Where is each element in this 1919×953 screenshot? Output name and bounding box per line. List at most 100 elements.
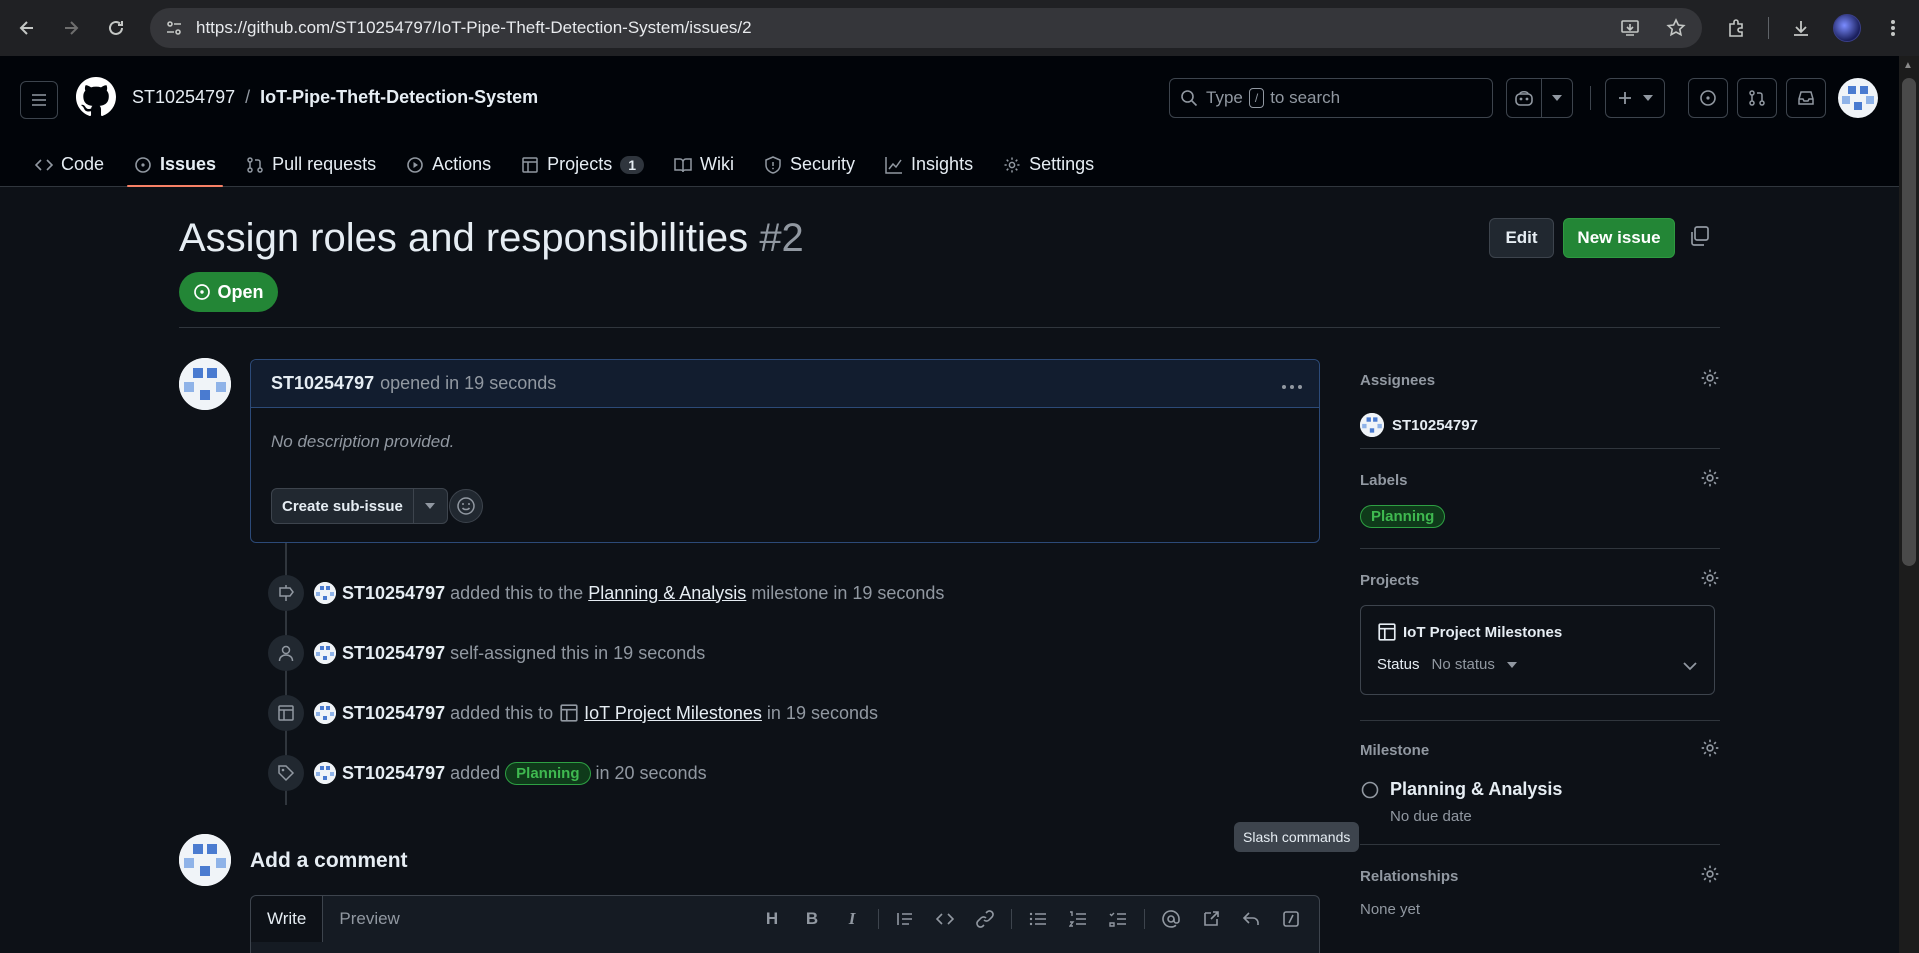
- event-author[interactable]: ST10254797: [342, 703, 445, 724]
- toolbar-divider: [1011, 909, 1012, 929]
- reload-icon[interactable]: [98, 10, 134, 46]
- timeline-event: ST10254797 self-assigned this in 19 seco…: [268, 635, 705, 671]
- ordered-list-icon[interactable]: [1060, 902, 1096, 936]
- tab-security[interactable]: Security: [749, 142, 870, 187]
- github-logo-icon[interactable]: [76, 77, 116, 117]
- slash-commands-icon[interactable]: [1273, 902, 1309, 936]
- code-icon[interactable]: [927, 902, 963, 936]
- milestone-item[interactable]: Planning & Analysis: [1360, 779, 1720, 800]
- reply-icon[interactable]: [1233, 902, 1269, 936]
- scroll-up-arrow-icon[interactable]: ▲: [1903, 60, 1913, 71]
- install-app-icon[interactable]: [1612, 10, 1648, 46]
- status-dropdown[interactable]: No status: [1432, 656, 1495, 673]
- heading-icon[interactable]: H: [754, 902, 790, 936]
- user-avatar[interactable]: [1838, 78, 1878, 118]
- table-icon: [268, 695, 304, 731]
- expand-chevron-icon[interactable]: [1682, 656, 1698, 676]
- new-issue-button[interactable]: New issue: [1563, 218, 1675, 258]
- create-subissue-button[interactable]: Create sub-issue: [272, 489, 414, 523]
- project-name[interactable]: IoT Project Milestones: [1377, 622, 1698, 642]
- copilot-icon[interactable]: [1506, 78, 1542, 118]
- assignees-heading: Assignees: [1360, 372, 1436, 389]
- extensions-icon[interactable]: [1718, 10, 1754, 46]
- project-status: Status No status: [1377, 656, 1698, 673]
- tab-projects[interactable]: Projects 1: [506, 142, 659, 187]
- projects-heading: Projects: [1360, 572, 1420, 589]
- event-author[interactable]: ST10254797: [342, 583, 445, 604]
- cross-reference-icon[interactable]: [1193, 902, 1229, 936]
- bold-icon[interactable]: B: [794, 902, 830, 936]
- task-list-icon[interactable]: [1100, 902, 1136, 936]
- italic-icon[interactable]: I: [834, 902, 870, 936]
- mention-icon[interactable]: [1153, 902, 1189, 936]
- avatar[interactable]: [179, 834, 231, 886]
- tab-issues[interactable]: Issues: [119, 142, 231, 187]
- comment-author[interactable]: ST10254797: [271, 373, 374, 394]
- tab-write[interactable]: Write: [251, 896, 324, 942]
- tab-code[interactable]: Code: [20, 142, 119, 187]
- create-new-button[interactable]: [1605, 78, 1665, 118]
- repo-owner-link[interactable]: ST10254797: [132, 87, 235, 108]
- label-badge[interactable]: Planning: [505, 761, 591, 785]
- assignee-name: ST10254797: [1392, 416, 1478, 434]
- site-info-icon[interactable]: [154, 8, 194, 48]
- download-icon[interactable]: [1783, 10, 1819, 46]
- project-link[interactable]: IoT Project Milestones: [584, 703, 762, 724]
- copy-link-icon[interactable]: [1688, 225, 1710, 252]
- code-icon: [35, 156, 53, 174]
- gear-icon[interactable]: [1700, 468, 1720, 493]
- avatar[interactable]: [179, 358, 231, 410]
- event-author[interactable]: ST10254797: [342, 643, 445, 664]
- label-badge[interactable]: Planning: [1360, 505, 1446, 528]
- header-divider: [1590, 86, 1591, 110]
- forward-icon[interactable]: [53, 10, 89, 46]
- status-key: Status: [1377, 656, 1420, 673]
- gear-icon[interactable]: [1700, 864, 1720, 889]
- avatar[interactable]: [314, 582, 336, 604]
- add-reaction-icon[interactable]: [449, 489, 483, 523]
- back-icon[interactable]: [9, 10, 45, 46]
- tab-pull-requests[interactable]: Pull requests: [231, 142, 391, 187]
- labels-heading: Labels: [1360, 472, 1408, 489]
- avatar[interactable]: [314, 762, 336, 784]
- inbox-icon[interactable]: [1786, 78, 1826, 118]
- search-input[interactable]: Type / to search: [1169, 78, 1493, 118]
- gear-icon[interactable]: [1700, 738, 1720, 763]
- repo-name-link[interactable]: IoT-Pipe-Theft-Detection-System: [260, 87, 538, 108]
- tab-wiki[interactable]: Wiki: [659, 142, 749, 187]
- avatar[interactable]: [314, 642, 336, 664]
- issues-icon[interactable]: [1688, 78, 1728, 118]
- copilot-dropdown-icon[interactable]: [1541, 78, 1573, 118]
- comment-editor: Write Preview H B I: [250, 895, 1320, 953]
- subissue-dropdown-icon[interactable]: [414, 489, 447, 523]
- hamburger-menu-icon[interactable]: [20, 81, 58, 119]
- unordered-list-icon[interactable]: [1020, 902, 1056, 936]
- chevron-down-icon[interactable]: [1506, 661, 1517, 668]
- avatar[interactable]: [314, 702, 336, 724]
- link-icon[interactable]: [967, 902, 1003, 936]
- gear-icon[interactable]: [1700, 568, 1720, 593]
- gear-icon[interactable]: [1700, 368, 1720, 393]
- event-author[interactable]: ST10254797: [342, 763, 445, 784]
- assignee-item[interactable]: ST10254797: [1360, 413, 1720, 437]
- tab-actions[interactable]: Actions: [391, 142, 506, 187]
- scrollbar-thumb[interactable]: [1902, 78, 1916, 566]
- comment-header: ST10254797 opened in 19 seconds: [251, 360, 1319, 408]
- event-text: in 19 seconds: [766, 702, 878, 723]
- pull-requests-icon[interactable]: [1737, 78, 1777, 118]
- edit-button[interactable]: Edit: [1489, 218, 1554, 258]
- browser-profile-avatar[interactable]: [1833, 14, 1861, 42]
- search-suffix: to search: [1270, 88, 1341, 107]
- address-bar[interactable]: https://github.com/ST10254797/IoT-Pipe-T…: [150, 8, 1702, 48]
- quote-icon[interactable]: [887, 902, 923, 936]
- sidebar-labels: Labels Planning: [1360, 469, 1720, 528]
- browser-menu-icon[interactable]: [1875, 10, 1911, 46]
- kebab-menu-icon[interactable]: [1281, 374, 1303, 395]
- url-text[interactable]: https://github.com/ST10254797/IoT-Pipe-T…: [196, 18, 752, 38]
- tab-settings[interactable]: Settings: [988, 142, 1109, 187]
- bookmark-star-icon[interactable]: [1658, 10, 1694, 46]
- tab-preview[interactable]: Preview: [323, 896, 415, 942]
- tab-insights[interactable]: Insights: [870, 142, 988, 187]
- milestone-link[interactable]: Planning & Analysis: [588, 583, 746, 604]
- sidebar-milestone: Milestone Planning & Analysis No due dat…: [1360, 739, 1720, 825]
